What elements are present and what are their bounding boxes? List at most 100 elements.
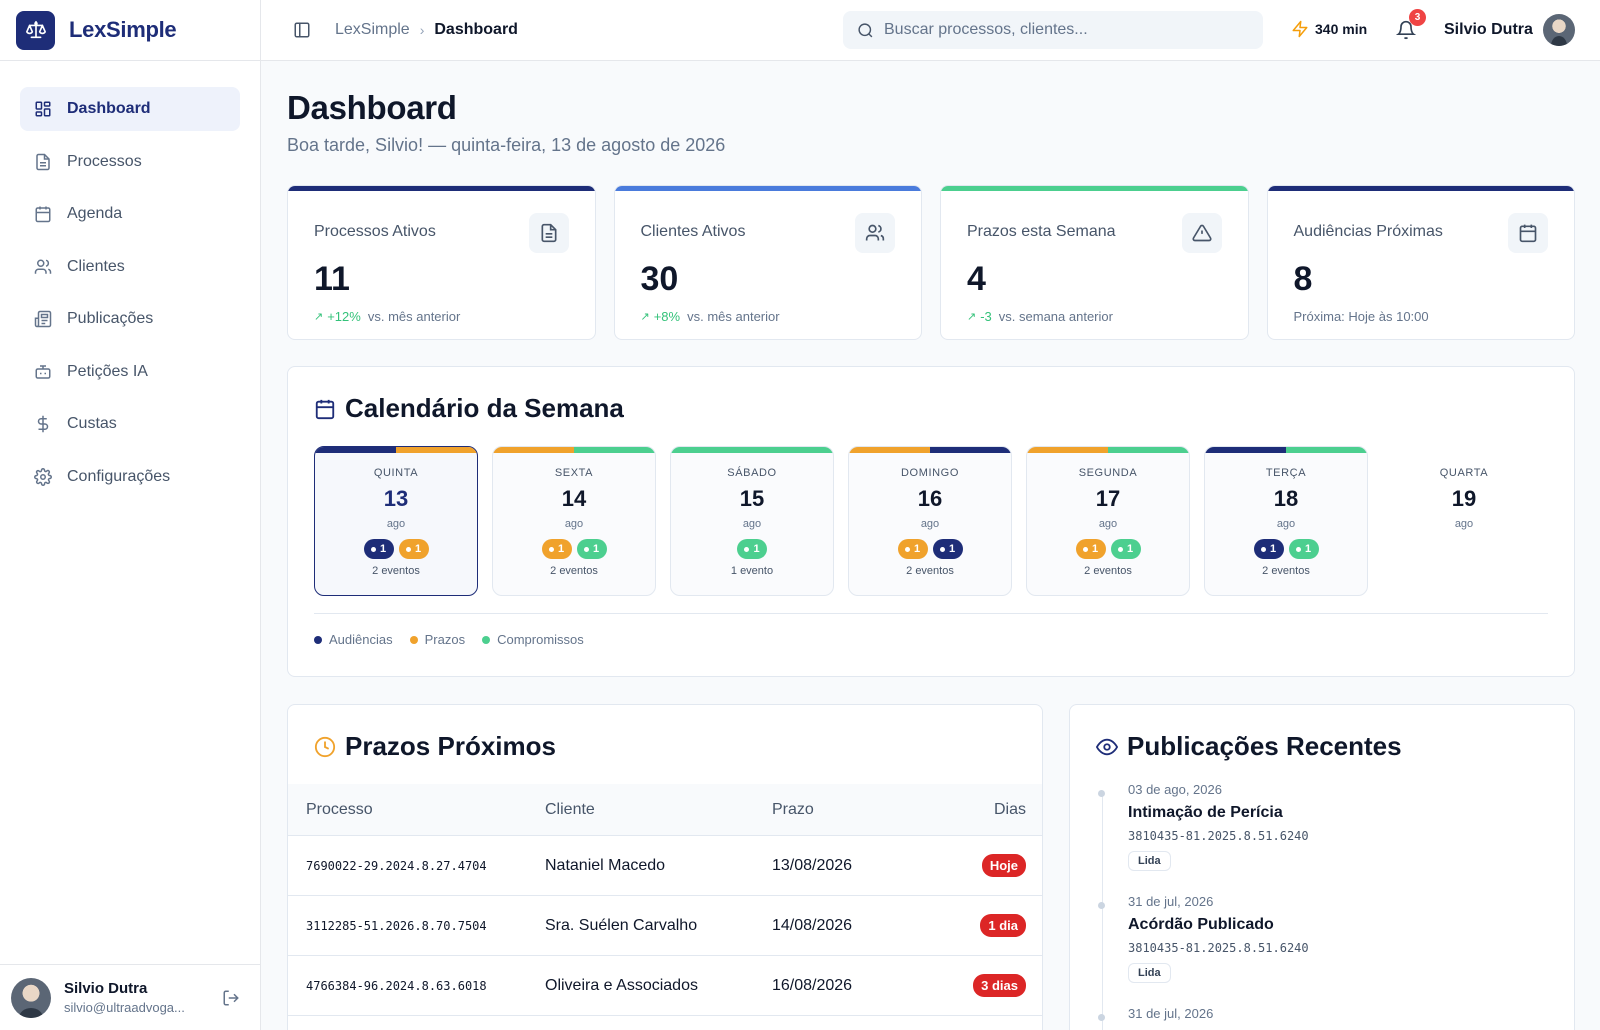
day-month: ago <box>742 518 762 530</box>
sidebar-item-label: Configurações <box>67 467 171 485</box>
sidebar-item-label: Custas <box>67 415 117 432</box>
event-pill: 1 <box>1110 539 1141 559</box>
day-month: ago <box>920 518 940 530</box>
day-date: 18 <box>1273 486 1299 511</box>
calendar-day[interactable]: QUARTA 19 ago <box>1382 446 1546 596</box>
deadlines-card: Prazos Próximos Processo Cliente Prazo D… <box>287 704 1043 1030</box>
column-header[interactable]: Cliente <box>545 801 772 819</box>
column-header[interactable]: Dias <box>932 801 1042 819</box>
stat-delta: ↗ -3 <box>967 309 992 324</box>
publication-item[interactable]: 31 de jul, 2026 <box>1098 1006 1214 1021</box>
event-pills: 11 <box>1027 539 1189 559</box>
notification-badge: 3 <box>1409 9 1426 26</box>
day-date: 16 <box>917 486 943 511</box>
sidebar-item-configuracoes[interactable]: Configurações <box>20 455 240 499</box>
sidebar-nav: Dashboard Processos Agenda Clientes Publ… <box>0 61 260 499</box>
day-name: SEGUNDA <box>1078 467 1138 479</box>
app-name[interactable]: LexSimple <box>69 17 177 43</box>
event-pill: 1 <box>363 539 394 559</box>
sidebar-item-agenda[interactable]: Agenda <box>20 192 240 236</box>
page-title: Dashboard <box>287 89 457 126</box>
event-pill: 1 <box>737 539 767 559</box>
document-icon <box>528 213 569 253</box>
sidebar-user: Silvio Dutra silvio@ultraadvoga... <box>0 964 260 1030</box>
calendar-day[interactable]: TERÇA 18 ago 1 1 2 eventos <box>1204 446 1368 596</box>
stat-footer: ↗ -3 vs. semana anterior <box>967 309 1113 324</box>
stat-card-processos[interactable]: Processos Ativos 11 ↗ +12% vs. mês anteri… <box>287 185 596 340</box>
stat-label: Audiências Próximas <box>1293 223 1443 240</box>
day-date: 14 <box>561 486 587 511</box>
publication-date: 31 de jul, 2026 <box>1128 1006 1214 1021</box>
deadline-date: 14/08/2026 <box>772 916 853 934</box>
eye-icon <box>1096 738 1118 755</box>
legend-label: Audiências <box>329 632 393 647</box>
publication-title: Acórdão Publicado <box>1128 916 1274 933</box>
header-user-menu[interactable]: Silvio Dutra <box>1444 14 1575 46</box>
days-badge: 3 dias <box>973 974 1026 997</box>
stat-delta: ↗ +8% <box>641 309 681 324</box>
chevron-right-icon: › <box>419 22 425 38</box>
process-number: 4766384-96.2024.8.63.6018 <box>306 978 487 993</box>
calendar-day[interactable]: SEGUNDA 17 ago 1 1 2 eventos <box>1026 446 1190 596</box>
timeline-dot <box>1098 790 1105 797</box>
file-icon <box>36 153 50 170</box>
column-header[interactable]: Prazo <box>772 801 932 819</box>
search-input[interactable] <box>884 21 1244 39</box>
publication-item[interactable]: 31 de jul, 2026 Acórdão Publicado 381043… <box>1098 894 1309 983</box>
arrow-up-right-icon: ↗ <box>967 311 977 323</box>
event-pills: 11 <box>493 539 655 559</box>
days-badge: Hoje <box>981 854 1026 877</box>
day-month: ago <box>1098 518 1118 530</box>
day-month: ago <box>386 518 406 530</box>
dollar-icon <box>37 415 49 433</box>
event-pill: 1 <box>576 539 607 559</box>
table-row[interactable]: 4766384-96.2024.8.63.6018 Oliveira e Ass… <box>288 956 1042 1016</box>
timeline-line <box>1102 795 1103 1030</box>
publication-item[interactable]: 03 de ago, 2026 Intimação de Perícia 381… <box>1098 782 1309 871</box>
stat-footer-text: vs. mês anterior <box>687 309 780 324</box>
page-subtitle: Boa tarde, Silvio! — quinta-feira, 13 de… <box>287 135 726 155</box>
sidebar: LexSimple Dashboard Processos Agenda Cli… <box>0 0 261 1030</box>
sidebar-toggle-icon[interactable] <box>293 21 311 39</box>
legend-label: Compromissos <box>497 632 584 647</box>
column-header[interactable]: Processo <box>288 801 545 819</box>
sidebar-item-clientes[interactable]: Clientes <box>20 245 240 289</box>
stat-footer-text: Próxima: Hoje às 10:00 <box>1293 309 1429 324</box>
legend-dot <box>314 635 322 644</box>
stat-card-clientes[interactable]: Clientes Ativos 30 ↗ +8% vs. mês anterior <box>613 185 922 340</box>
credits-value: 340 min <box>1315 21 1368 37</box>
logout-icon[interactable] <box>222 989 240 1007</box>
sidebar-item-peticoes-ia[interactable]: Petições IA <box>20 350 240 394</box>
table-row[interactable]: 7690022-29.2024.8.27.4704 Nataniel Maced… <box>288 836 1042 896</box>
event-pill: 1 <box>932 539 963 559</box>
stat-value: 8 <box>1293 260 1313 298</box>
breadcrumb-root[interactable]: LexSimple <box>335 21 410 39</box>
sidebar-item-publicacoes[interactable]: Publicações <box>20 297 240 341</box>
scales-icon[interactable] <box>16 10 55 50</box>
credits-indicator[interactable]: 340 min <box>1291 20 1367 38</box>
timeline-dot <box>1098 902 1105 909</box>
clock-icon <box>314 736 336 757</box>
day-date: 17 <box>1095 486 1121 511</box>
day-name: QUARTA <box>1439 467 1489 479</box>
stat-card-audiencias[interactable]: Audiências Próximas 8 Próxima: Hoje às 1… <box>1266 185 1575 340</box>
day-name: QUINTA <box>373 467 419 479</box>
table-row[interactable]: 3112285-51.2026.8.70.7504 Sra. Suélen Ca… <box>288 896 1042 956</box>
calendar-day[interactable]: SÁBADO 15 ago 1 1 evento <box>670 446 834 596</box>
sidebar-item-processos[interactable]: Processos <box>20 140 240 184</box>
stat-value: 11 <box>314 260 350 298</box>
top-header: LexSimple › Dashboard 340 min 3 Silvio D… <box>261 0 1600 61</box>
stat-label: Clientes Ativos <box>640 223 746 240</box>
status-badge: Lida <box>1128 963 1171 983</box>
calendar-day[interactable]: SEXTA 14 ago 1 1 2 eventos <box>492 446 656 596</box>
calendar-day[interactable]: DOMINGO 16 ago 1 1 2 eventos <box>848 446 1012 596</box>
avatar[interactable] <box>11 977 51 1018</box>
sidebar-item-custas[interactable]: Custas <box>20 402 240 446</box>
stat-card-prazos[interactable]: Prazos esta Semana 4 ↗ -3 vs. semana ante… <box>940 185 1249 340</box>
sidebar-item-dashboard[interactable]: Dashboard <box>20 87 240 131</box>
stat-footer: ↗ +8% vs. mês anterior <box>641 309 780 324</box>
calendar-day[interactable]: QUINTA 13 ago 1 1 2 eventos <box>314 446 478 596</box>
stat-delta: ↗ +12% <box>314 309 361 324</box>
client-name: Oliveira e Associados <box>545 976 698 994</box>
calendar-legend: Audiências Prazos Compromissos <box>314 632 584 647</box>
